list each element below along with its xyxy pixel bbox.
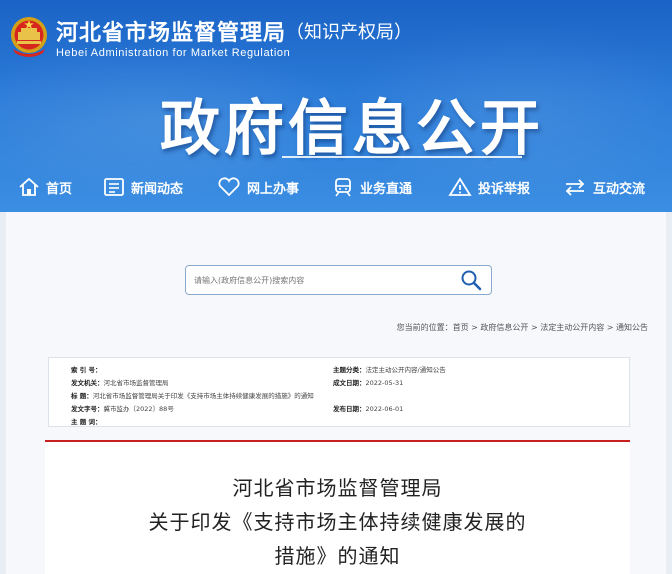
banner-divider [282,156,522,158]
site-header: 河北省市场监督管理局 （知识产权局） Hebei Administration … [0,0,672,212]
meta-created: 成文日期：2022-05-31 [333,379,404,387]
org-name: 河北省市场监督管理局 [56,21,287,46]
meta-category: 主题分类：法定主动公开内容/通知公告 [333,366,446,374]
national-emblem-icon [11,17,47,57]
meta-docno: 发文字号：冀市监办〔2022〕88号 [71,405,174,413]
meta-issuer: 发文机关：河北省市场监督管理局 [71,379,169,387]
nav-item-complaint[interactable]: 投诉举报 [448,165,530,209]
news-icon [104,178,124,196]
meta-topic: 主 题 词： [71,418,102,426]
meta-index: 索 引 号： [71,366,102,374]
nav-label: 投诉举报 [478,181,531,197]
nav-label: 互动交流 [593,181,646,197]
nav-label: 业务直通 [360,181,413,197]
document-title-line-1: 河北省市场监督管理局 [232,476,443,500]
nav-item-interaction[interactable]: 互动交流 [563,165,645,209]
document-title-line-3: 措施》的通知 [274,544,401,568]
train-icon [335,178,351,197]
meta-title: 标 题：河北省市场监督管理局关于印发《支持市场主体持续健康发展的措施》的通知 [71,392,314,400]
meta-published: 发布日期：2022-06-01 [333,405,404,413]
org-english-name: Hebei Administration for Market Regulati… [56,47,291,59]
nav-item-home[interactable]: 首页 [18,165,72,209]
nav-item-online-service[interactable]: 网上办事 [217,165,299,209]
nav-item-news[interactable]: 新闻动态 [103,165,183,209]
search-button[interactable] [459,268,483,292]
nav-label: 网上办事 [247,181,300,197]
nav-label: 新闻动态 [131,181,184,197]
heart-icon [218,177,240,197]
search-input[interactable] [194,275,444,285]
document-metadata: 索 引 号： 发文机关：河北省市场监督管理局 标 题：河北省市场监督管理局关于印… [48,357,630,427]
nav-item-business[interactable]: 业务直通 [332,165,412,209]
banner-title: 政府信息公开 [160,94,544,164]
nav-label: 首页 [46,181,73,197]
main-nav: 首页 新闻动态 网上办事 业务直通 投诉举报 互动交流 [0,165,672,209]
exchange-icon [565,179,585,196]
search-icon [461,270,482,291]
document-title-line-2: 关于印发《支持市场主体持续健康发展的 [148,510,527,534]
warning-icon [448,177,472,196]
search-box [185,265,492,295]
breadcrumb: 您当前的位置：首页 > 政府信息公开 > 法定主动公开内容 > 通知公告 [396,323,648,332]
document-body: 河北省市场监督管理局 关于印发《支持市场主体持续健康发展的 措施》的通知 [45,440,630,574]
org-subtitle: （知识产权局） [286,22,412,43]
home-icon [19,177,39,196]
